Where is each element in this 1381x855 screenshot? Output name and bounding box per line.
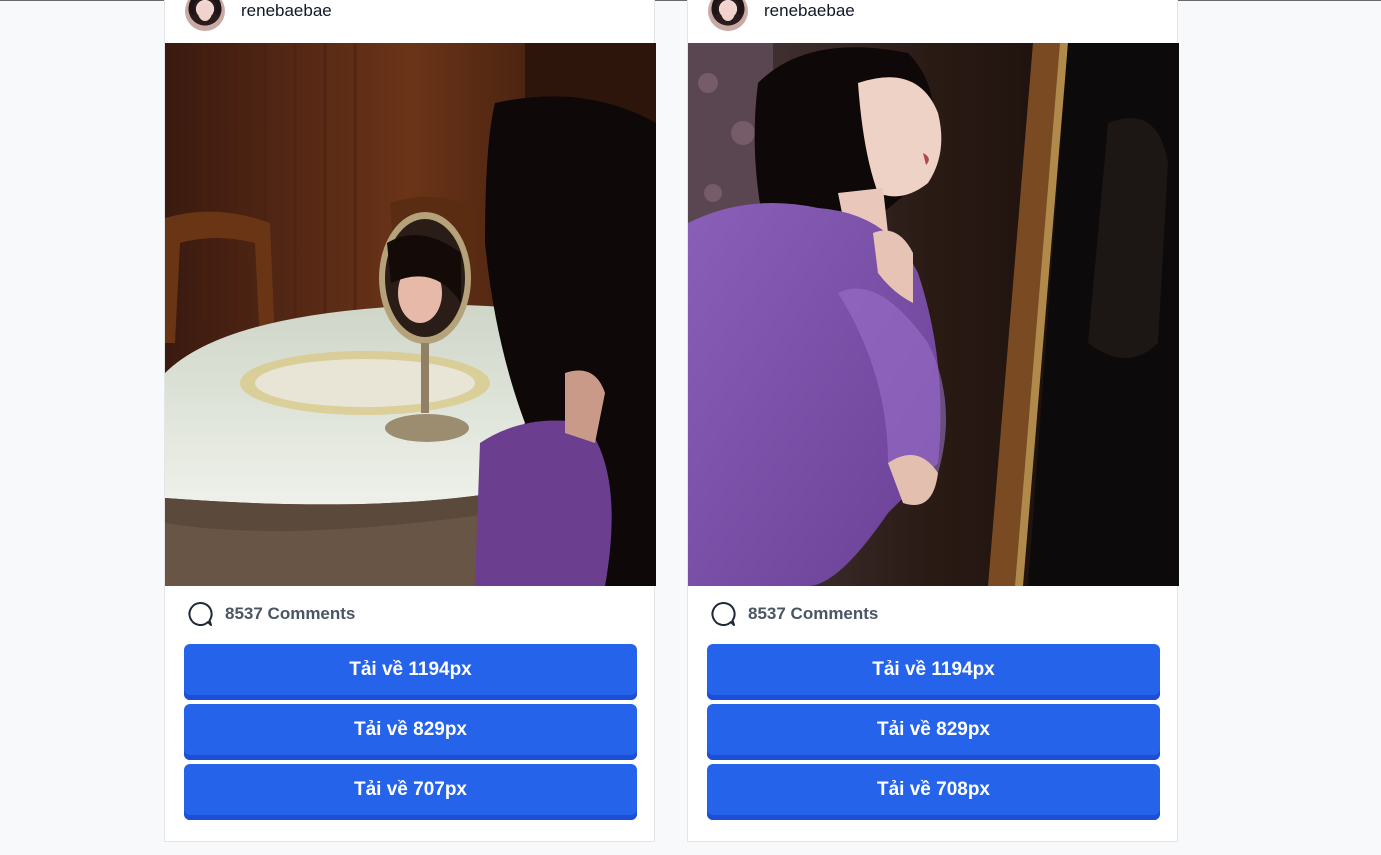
download-707-button[interactable]: Tải về 707px <box>184 764 637 820</box>
comments-count[interactable]: 8537 Comments <box>187 599 355 629</box>
comments-label: 8537 Comments <box>225 604 356 623</box>
post-header: renebaebae <box>165 0 654 43</box>
post-card: renebaebae 8537 Comments Tải về 1194px T… <box>687 0 1179 842</box>
post-card: renebaebae 8537 Comments Tải về 1194px T… <box>164 0 656 842</box>
download-708-button[interactable]: Tải về 708px <box>707 764 1160 820</box>
download-1194-button[interactable]: Tải về 1194px <box>184 644 637 700</box>
comments-label: 8537 Comments <box>748 604 879 623</box>
speech-bubble-icon <box>711 602 736 626</box>
username[interactable]: renebaebae <box>241 1 332 21</box>
speech-bubble-icon <box>188 602 213 626</box>
comments-count[interactable]: 8537 Comments <box>710 599 878 629</box>
post-header: renebaebae <box>688 0 1177 43</box>
avatar[interactable] <box>708 0 748 31</box>
post-photo[interactable] <box>165 43 656 586</box>
post-photo[interactable] <box>688 43 1179 586</box>
download-1194-button[interactable]: Tải về 1194px <box>707 644 1160 700</box>
username[interactable]: renebaebae <box>764 1 855 21</box>
avatar[interactable] <box>185 0 225 31</box>
download-829-button[interactable]: Tải về 829px <box>707 704 1160 760</box>
download-829-button[interactable]: Tải về 829px <box>184 704 637 760</box>
